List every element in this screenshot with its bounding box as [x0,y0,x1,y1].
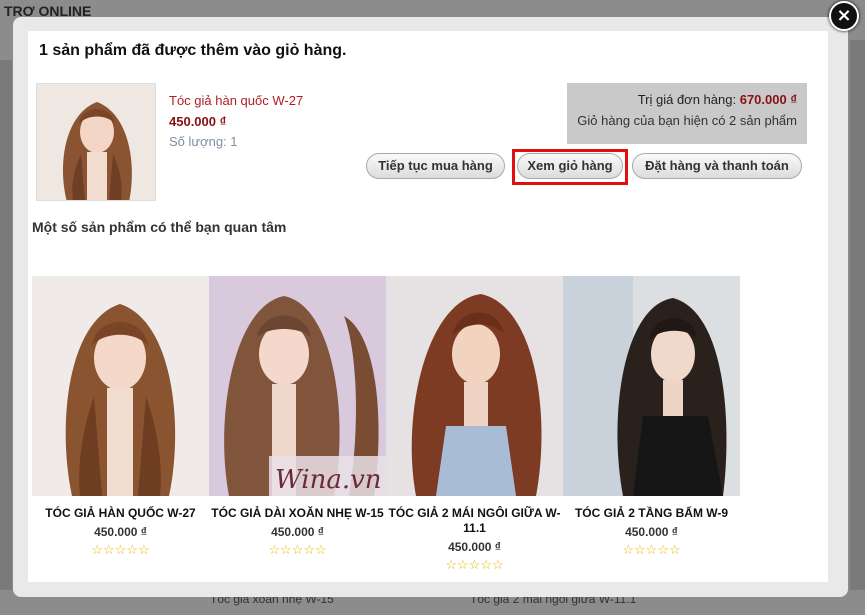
suggestion-image[interactable] [563,276,740,496]
suggestion-card[interactable]: TÓC GIẢ 2 MÁI NGÔI GIỮA W-11.1 450.000 ₫… [386,276,563,573]
suggestion-name[interactable]: TÓC GIẢ 2 MÁI NGÔI GIỮA W-11.1 [386,506,563,536]
suggestion-price: 450.000 ₫ [625,525,678,539]
wig-photo-icon [37,84,155,200]
suggestion-name[interactable]: TÓC GIẢ HÀN QUỐC W-27 [32,506,209,521]
modal-content: 1 sản phẩm đã được thêm vào giỏ hàng. Tó… [28,31,828,582]
cart-added-modal: 1 sản phẩm đã được thêm vào giỏ hàng. Tó… [13,17,848,597]
suggestions-title: Một số sản phẩm có thể bạn quan tâm [32,219,287,235]
continue-shopping-button[interactable]: Tiếp tục mua hàng [366,153,505,179]
order-value: Trị giá đơn hàng: 670.000 ₫ [567,92,797,107]
view-cart-button[interactable]: Xem giỏ hàng [517,153,623,179]
suggestion-name[interactable]: TÓC GIẢ DÀI XOĂN NHẸ W-15 [209,506,386,521]
added-notice: 1 sản phẩm đã được thêm vào giỏ hàng. [39,42,347,59]
watermark-text: Wina.vn [275,465,382,495]
added-product-price: 450.000 ₫ [169,114,227,129]
rating-stars-icon: ☆☆☆☆☆ [91,542,150,557]
added-product-quantity: Số lượng: 1 [169,134,238,149]
order-summary-box: Trị giá đơn hàng: 670.000 ₫ Giỏ hàng của… [567,83,807,144]
cart-count-text: Giỏ hàng của bạn hiện có 2 sản phẩm [577,113,797,128]
background-right-column [850,40,865,590]
suggestion-image[interactable] [32,276,209,496]
background-left-column [0,60,12,590]
suggestion-price: 450.000 ₫ [448,540,501,554]
close-icon[interactable]: × [829,1,859,31]
wig-photo-icon [32,276,209,496]
suggestion-card[interactable]: TÓC GIẢ 2 TẦNG BẤM W-9 450.000 ₫ ☆☆☆☆☆ [563,276,740,558]
order-value-label: Trị giá đơn hàng: [637,92,737,107]
suggestion-price: 450.000 ₫ [94,525,147,539]
suggestion-card[interactable]: TÓC GIẢ HÀN QUỐC W-27 450.000 ₫ ☆☆☆☆☆ [32,276,209,558]
rating-stars-icon: ☆☆☆☆☆ [622,542,681,557]
wig-photo-icon: Wina.vn [209,276,386,496]
added-product-thumbnail[interactable] [36,83,156,201]
wig-photo-icon [386,276,563,496]
suggestion-image[interactable] [386,276,563,496]
rating-stars-icon: ☆☆☆☆☆ [445,557,504,572]
suggestion-price: 450.000 ₫ [271,525,324,539]
order-value-amount: 670.000 ₫ [739,92,797,107]
suggestion-image[interactable]: Wina.vn [209,276,386,496]
added-product-name[interactable]: Tóc giả hàn quốc W-27 [169,93,303,108]
rating-stars-icon: ☆☆☆☆☆ [268,542,327,557]
suggestion-name[interactable]: TÓC GIẢ 2 TẦNG BẤM W-9 [563,506,740,521]
checkout-button[interactable]: Đặt hàng và thanh toán [632,153,802,179]
wig-photo-icon [563,276,740,496]
suggestion-card[interactable]: Wina.vn TÓC GIẢ DÀI XOĂN NHẸ W-15 450.00… [209,276,386,558]
